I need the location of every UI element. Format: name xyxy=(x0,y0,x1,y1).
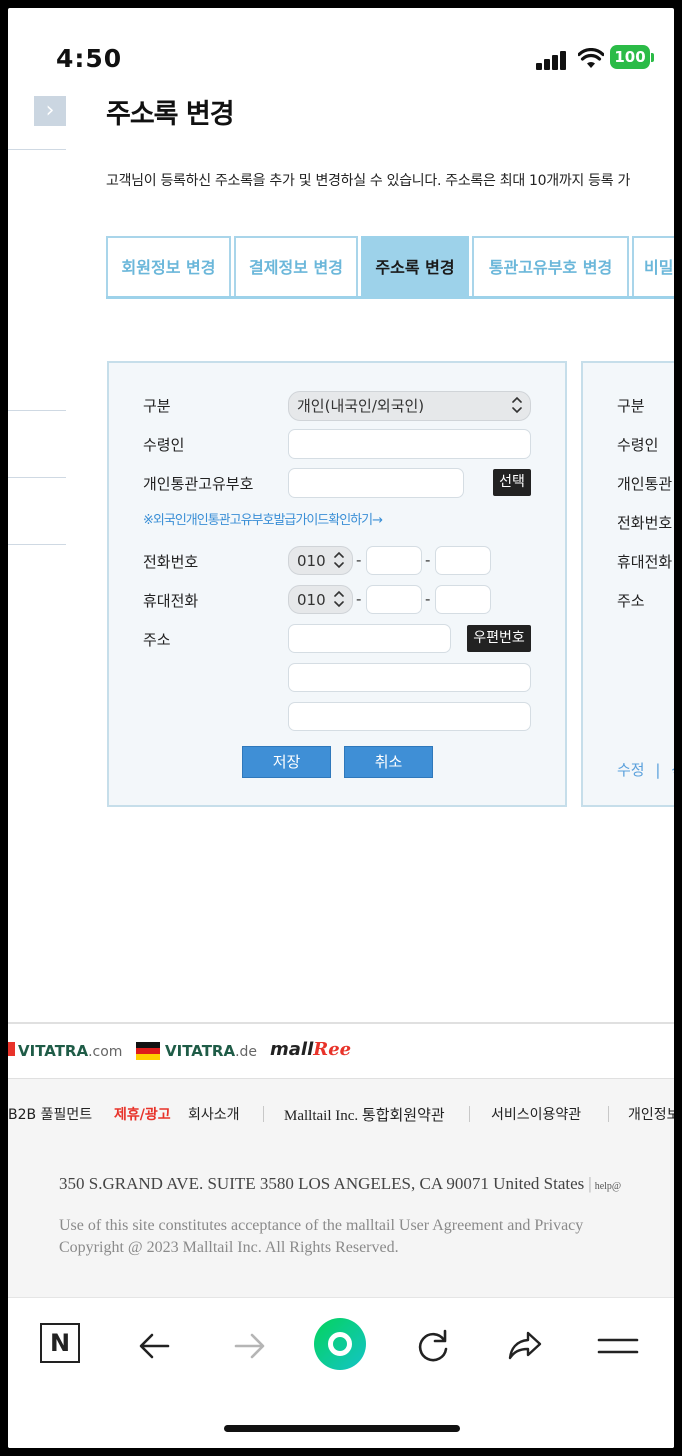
saved-recipient-label: 수령인 xyxy=(617,436,659,454)
tab-payment-info[interactable]: 결제정보 변경 xyxy=(234,236,358,296)
vitatra-de-logo[interactable]: VITATRA.de xyxy=(165,1042,257,1060)
naver-n-icon[interactable]: N xyxy=(40,1323,80,1363)
customs-code-label: 개인통관고유부호 xyxy=(143,475,254,493)
customs-code-input[interactable] xyxy=(288,468,464,498)
mobile-label: 휴대전화 xyxy=(143,592,199,610)
footer-link-member-terms[interactable]: Malltail Inc. 통합회원약관 xyxy=(284,1104,445,1125)
wifi-icon xyxy=(578,48,604,68)
address-label: 주소 xyxy=(143,631,171,649)
footer-link-privacy[interactable]: 개인정보 xyxy=(628,1104,674,1124)
footer-link-separator xyxy=(608,1106,609,1122)
zip-code-input[interactable] xyxy=(288,624,451,653)
recipient-label: 수령인 xyxy=(143,436,185,454)
reload-icon[interactable] xyxy=(410,1323,456,1369)
foreigner-customs-guide-link[interactable]: ※외국인개인통관고유부호발급가이드확인하기→ xyxy=(143,509,383,528)
phone-prefix-value: 010 xyxy=(297,552,326,570)
recipient-input[interactable] xyxy=(288,429,531,459)
saved-customs-label: 개인통관 xyxy=(617,475,673,493)
tab-address-book[interactable]: 주소록 변경 xyxy=(361,236,469,296)
menu-icon[interactable] xyxy=(595,1323,641,1369)
footer-link-partnership[interactable]: 제휴/광고 xyxy=(114,1104,171,1124)
mobile-prefix-select[interactable]: 010 xyxy=(288,585,353,614)
battery-tip xyxy=(651,53,654,62)
phone-prefix-select[interactable]: 010 xyxy=(288,546,353,575)
saved-address-label: 주소 xyxy=(617,592,645,610)
forward-arrow-icon xyxy=(234,1333,265,1359)
footer-link-about[interactable]: 회사소개 xyxy=(188,1104,240,1124)
saved-phone-label: 전화번호 xyxy=(617,514,673,532)
mobile-last-input[interactable] xyxy=(435,585,491,614)
address-line1-input[interactable] xyxy=(288,663,531,692)
battery-icon: 100 xyxy=(610,45,650,69)
saved-address-card xyxy=(581,361,674,807)
help-email[interactable]: help@ xyxy=(595,1181,621,1192)
partner-logos-bar: VITATRA.com VITATRA.de mallRee xyxy=(8,1024,674,1078)
tab-customs-code[interactable]: 통관고유부호 변경 xyxy=(472,236,629,296)
footer-link-service-terms[interactable]: 서비스이용약관 xyxy=(491,1104,581,1124)
home-indicator xyxy=(224,1425,460,1432)
terms-notice: Use of this site constitutes acceptance … xyxy=(59,1217,584,1234)
saved-type-label: 구분 xyxy=(617,397,645,415)
phone-last-input[interactable] xyxy=(435,546,491,575)
address-line2-input[interactable] xyxy=(288,702,531,731)
updown-chevron-icon xyxy=(334,588,344,620)
updown-chevron-icon xyxy=(512,394,522,426)
type-select-value: 개인(내국인/외국인) xyxy=(297,397,425,415)
updown-chevron-icon xyxy=(334,549,344,581)
phone-dash: - xyxy=(356,551,362,569)
vitatra-com-logo[interactable]: VITATRA.com xyxy=(18,1042,122,1060)
flag-icon xyxy=(8,1042,15,1056)
type-label: 구분 xyxy=(143,397,171,415)
footer-link-separator xyxy=(469,1106,470,1122)
phone-label: 전화번호 xyxy=(143,553,199,571)
back-arrow-icon[interactable] xyxy=(132,1323,178,1369)
sidebar-divider xyxy=(8,149,66,150)
link-separator: | xyxy=(655,761,661,779)
mobile-middle-input[interactable] xyxy=(366,585,422,614)
saved-mobile-label: 휴대전화 xyxy=(617,553,673,571)
footer-link-b2b[interactable]: B2B 풀필먼트 xyxy=(8,1104,92,1124)
green-home-icon[interactable] xyxy=(313,1317,367,1371)
mobile-dash: - xyxy=(425,590,431,608)
copyright: Copyright @ 2023 Malltail Inc. All Right… xyxy=(59,1239,399,1256)
page-description: 고객님이 등록하신 주소록을 추가 및 변경하실 수 있습니다. 주소록은 최대… xyxy=(106,173,631,189)
delete-address-link[interactable]: 삭 xyxy=(671,761,674,779)
company-address: 350 S.GRAND AVE. SUITE 3580 LOS ANGELES,… xyxy=(59,1174,622,1193)
type-select[interactable]: 개인(내국인/외국인) xyxy=(288,391,531,421)
phone-middle-input[interactable] xyxy=(366,546,422,575)
share-icon[interactable] xyxy=(502,1323,548,1369)
cellular-signal-icon xyxy=(536,50,568,70)
sidebar-expand-chevron-icon[interactable]: › xyxy=(34,96,66,126)
status-time: 4:50 xyxy=(56,44,123,73)
phone-dash: - xyxy=(425,551,431,569)
customs-select-button[interactable]: 선택 xyxy=(493,469,531,496)
page-title: 주소록 변경 xyxy=(106,99,235,130)
tab-password[interactable]: 비밀 xyxy=(632,236,674,296)
zip-code-button[interactable]: 우편번호 xyxy=(467,625,531,652)
cancel-button[interactable]: 취소 xyxy=(344,746,433,778)
edit-address-link[interactable]: 수정 xyxy=(617,761,645,779)
footer-link-separator xyxy=(263,1106,264,1122)
tab-underline xyxy=(106,296,674,299)
sidebar-divider xyxy=(8,410,66,411)
address-form xyxy=(107,361,567,807)
sidebar-divider xyxy=(8,477,66,478)
mobile-dash: - xyxy=(356,590,362,608)
sidebar-divider xyxy=(8,544,66,545)
save-button[interactable]: 저장 xyxy=(242,746,331,778)
mobile-prefix-value: 010 xyxy=(297,591,326,609)
german-flag-icon xyxy=(136,1042,160,1060)
mallree-logo[interactable]: mallRee xyxy=(270,1039,351,1060)
tab-member-info[interactable]: 회원정보 변경 xyxy=(106,236,231,296)
